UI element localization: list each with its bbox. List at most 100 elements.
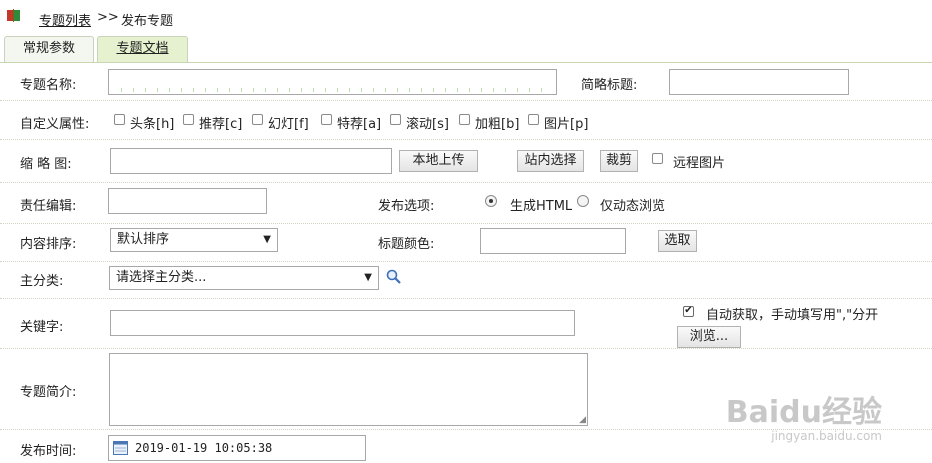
ruler-tick — [505, 88, 506, 92]
attr-headline-checkbox[interactable] — [114, 114, 125, 125]
publish-time-label: 发布时间: — [20, 444, 77, 459]
ruler-tick — [409, 88, 410, 92]
editor-label: 责任编辑: — [20, 199, 77, 214]
main-category-value: 请选择主分类... — [116, 270, 207, 285]
attr-scroll-checkbox[interactable] — [390, 114, 401, 125]
topic-name-label: 专题名称: — [20, 78, 77, 93]
dropdown-arrow-icon: ▼ — [364, 272, 372, 283]
tab-general-params[interactable]: 常规参数 — [4, 36, 94, 62]
search-icon[interactable] — [386, 269, 402, 285]
short-title-input[interactable] — [669, 69, 849, 95]
ruler-tick — [241, 88, 242, 92]
resize-grip-icon[interactable]: ◢ — [579, 415, 586, 425]
remote-image-checkbox[interactable] — [652, 153, 663, 164]
ruler-tick — [397, 88, 398, 92]
title-color-label: 标题颜色: — [378, 237, 435, 252]
row-editor-publish: 责任编辑: 发布选项: 生成HTML 仅动态浏览 — [0, 183, 932, 224]
attr-bold-checkbox[interactable] — [459, 114, 470, 125]
pick-color-button[interactable]: 选取 — [658, 230, 697, 252]
sort-select-value: 默认排序 — [117, 232, 170, 247]
book-icon — [7, 9, 20, 22]
auto-fetch-label: 自动获取，手动填写用","分开 — [706, 308, 879, 323]
ruler-tick — [253, 88, 254, 92]
ruler-tick — [265, 88, 266, 92]
sort-label: 内容排序: — [20, 237, 77, 252]
breadcrumb-separator: >> — [97, 10, 119, 25]
ruler-tick — [373, 88, 374, 92]
row-topic-name: 专题名称: 简略标题: — [0, 63, 932, 101]
ruler-tick — [421, 88, 422, 92]
breadcrumb-topic-list-link[interactable]: 专题列表 — [39, 10, 91, 29]
title-color-input[interactable] — [480, 228, 626, 254]
attr-special-checkbox[interactable] — [321, 114, 332, 125]
ruler-tick — [481, 88, 482, 92]
baidu-watermark: Baidu经验 jingyan.baidu.com — [725, 395, 882, 444]
site-select-button[interactable]: 站内选择 — [517, 150, 584, 172]
breadcrumb-bar: 专题列表 >> 发布专题 — [0, 0, 932, 36]
publish-time-input[interactable]: 2019-01-19 10:05:38 — [108, 435, 366, 461]
watermark-text: Baidu经验 — [725, 395, 882, 430]
publish-html-label: 生成HTML — [510, 199, 573, 214]
ruler-tick — [529, 88, 530, 92]
editor-input[interactable] — [108, 188, 267, 214]
ruler-tick — [337, 88, 338, 92]
ruler-tick — [445, 88, 446, 92]
attr-slide-label: 幻灯[f] — [268, 117, 309, 132]
ruler-tick — [301, 88, 302, 92]
attr-bold-label: 加粗[b] — [475, 117, 520, 132]
ruler-tick — [193, 88, 194, 92]
ruler-tick — [169, 88, 170, 92]
ruler-tick — [217, 88, 218, 92]
main-category-select[interactable]: 请选择主分类... ▼ — [109, 266, 379, 290]
row-sort-color: 内容排序: 默认排序 ▼ 标题颜色: 选取 — [0, 224, 932, 262]
ruler-tick — [469, 88, 470, 92]
ruler-tick — [121, 88, 122, 92]
attr-slide-checkbox[interactable] — [252, 114, 263, 125]
calendar-icon[interactable] — [113, 441, 128, 455]
ruler-tick — [541, 88, 542, 92]
ruler-tick — [277, 88, 278, 92]
ruler-tick — [325, 88, 326, 92]
attr-recommend-label: 推荐[c] — [199, 117, 243, 132]
thumbnail-input[interactable] — [110, 148, 392, 174]
ruler-tick — [457, 88, 458, 92]
watermark-url: jingyan.baidu.com — [771, 429, 882, 443]
ruler-tick — [289, 88, 290, 92]
publish-dynamic-radio[interactable] — [577, 195, 589, 207]
custom-attr-label: 自定义属性: — [20, 117, 90, 132]
ruler-tick — [229, 88, 230, 92]
attr-scroll-label: 滚动[s] — [406, 117, 449, 132]
crop-button[interactable]: 裁剪 — [600, 150, 638, 172]
publish-option-label: 发布选项: — [378, 199, 435, 214]
dropdown-arrow-icon: ▼ — [263, 234, 271, 245]
ruler-tick — [145, 88, 146, 92]
keywords-label: 关键字: — [20, 320, 64, 335]
ruler-tick — [361, 88, 362, 92]
breadcrumb-current: 发布专题 — [121, 14, 174, 29]
ruler-tick — [517, 88, 518, 92]
auto-fetch-checkbox[interactable]: ✔ — [683, 306, 694, 317]
thumbnail-label: 缩 略 图: — [20, 157, 72, 172]
attr-image-checkbox[interactable] — [528, 114, 539, 125]
ruler-tick — [157, 88, 158, 92]
ruler-tick — [385, 88, 386, 92]
attr-image-label: 图片[p] — [544, 117, 589, 132]
attr-recommend-checkbox[interactable] — [183, 114, 194, 125]
publish-html-radio[interactable] — [485, 195, 497, 207]
ruler-tick — [205, 88, 206, 92]
keywords-input[interactable] — [110, 310, 575, 336]
attr-headline-label: 头条[h] — [130, 117, 175, 132]
browse-keywords-button[interactable]: 浏览... — [677, 326, 741, 348]
tab-topic-docs[interactable]: 专题文档 — [97, 36, 188, 62]
ruler-tick — [493, 88, 494, 92]
sort-select[interactable]: 默认排序 ▼ — [110, 228, 278, 252]
local-upload-button[interactable]: 本地上传 — [399, 150, 478, 172]
topic-name-input[interactable] — [108, 69, 557, 95]
intro-textarea[interactable]: ◢ — [109, 353, 588, 426]
ruler-tick — [133, 88, 134, 92]
remote-image-label: 远程图片 — [673, 156, 726, 171]
short-title-label: 简略标题: — [581, 78, 638, 93]
ruler-tick — [313, 88, 314, 92]
ruler-tick — [181, 88, 182, 92]
main-category-label: 主分类: — [20, 274, 64, 289]
